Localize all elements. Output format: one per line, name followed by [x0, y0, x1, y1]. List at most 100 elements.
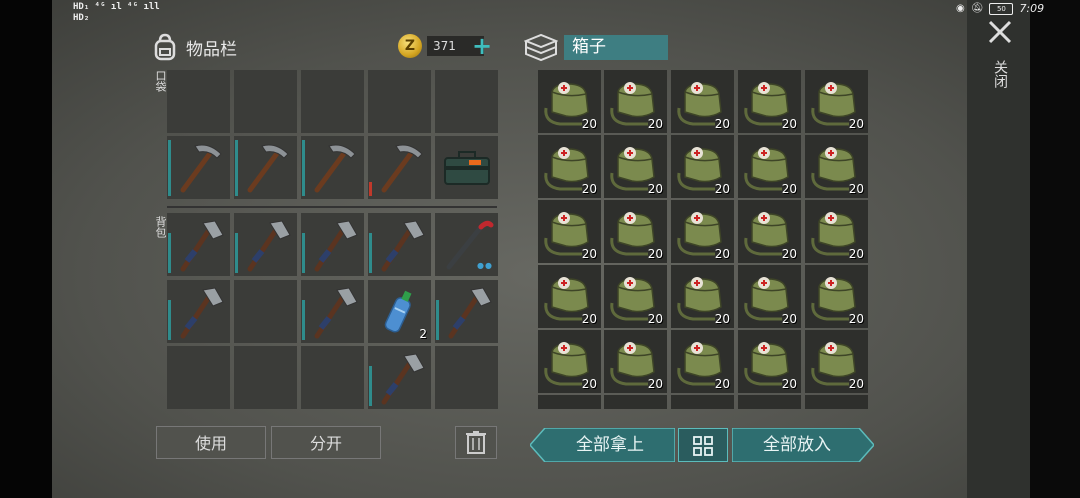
item-slot-medbag[interactable]: 20: [738, 200, 801, 263]
grid-icon: [693, 436, 713, 456]
empty-slot[interactable]: [167, 70, 230, 133]
pickaxe-icon: [368, 136, 431, 199]
item-slot-medbag[interactable]: 20: [538, 135, 601, 198]
close-icon[interactable]: [986, 18, 1014, 46]
item-slot-pickaxe[interactable]: [167, 136, 230, 199]
item-slot-partial[interactable]: [604, 395, 667, 409]
backpack-label: 背包: [154, 216, 167, 238]
take-all-label[interactable]: 全部拿上: [545, 428, 675, 462]
item-slot-partial[interactable]: [805, 395, 868, 409]
item-slot-hatchet[interactable]: [167, 213, 230, 276]
empty-slot[interactable]: [435, 346, 498, 409]
item-slot-medbag[interactable]: 20: [671, 200, 734, 263]
item-slot-partial[interactable]: [671, 395, 734, 409]
empty-slot[interactable]: [301, 70, 364, 133]
use-button[interactable]: 使用: [156, 426, 266, 459]
item-slot-medbag[interactable]: 20: [805, 330, 868, 393]
item-slot-medbag[interactable]: 20: [604, 265, 667, 328]
hatchet-icon: [435, 280, 498, 343]
durability-bar: [302, 233, 305, 273]
eye-icon: ◉: [956, 3, 965, 14]
durability-bar: [302, 300, 305, 340]
status-dots-icon: ●●: [477, 261, 493, 270]
durability-bar: [168, 140, 171, 196]
item-slot-medbag[interactable]: 20: [738, 265, 801, 328]
mute-icon: 🔕︎: [970, 3, 984, 14]
item-slot-medbag[interactable]: 20: [604, 70, 667, 133]
item-slot-medbag[interactable]: 20: [738, 330, 801, 393]
item-count: 20: [647, 312, 663, 326]
empty-slot[interactable]: [435, 70, 498, 133]
durability-bar: [168, 233, 171, 273]
durability-bar: [235, 140, 238, 196]
item-slot-hatchet[interactable]: [234, 213, 297, 276]
item-slot-pickaxe[interactable]: [234, 136, 297, 199]
item-count: 20: [647, 117, 663, 131]
item-slot-crowbar[interactable]: ●●: [435, 213, 498, 276]
item-slot-hatchet[interactable]: [301, 213, 364, 276]
item-slot-hatchet[interactable]: [368, 213, 431, 276]
split-button[interactable]: 分开: [271, 426, 381, 459]
empty-slot[interactable]: [234, 70, 297, 133]
item-slot-medbag[interactable]: 20: [805, 135, 868, 198]
item-slot-partial[interactable]: [538, 395, 601, 409]
item-slot-bottle[interactable]: 2: [368, 280, 431, 343]
item-slot-pickaxe[interactable]: [368, 136, 431, 199]
item-slot-pickaxe[interactable]: [301, 136, 364, 199]
item-count: 20: [848, 377, 864, 391]
item-slot-medbag[interactable]: 20: [671, 265, 734, 328]
close-label[interactable]: 关闭: [990, 60, 1010, 88]
item-slot-medbag[interactable]: 20: [738, 70, 801, 133]
system-status: ◉ 🔕︎ 50 7:09: [956, 2, 1044, 15]
item-count: 20: [581, 247, 597, 261]
item-slot-medbag[interactable]: 20: [538, 70, 601, 133]
item-slot-medbag[interactable]: 20: [805, 70, 868, 133]
sort-button[interactable]: [678, 428, 728, 462]
empty-slot[interactable]: [301, 346, 364, 409]
item-count: 20: [581, 377, 597, 391]
item-slot-hatchet[interactable]: [301, 280, 364, 343]
item-slot-medbag[interactable]: 20: [738, 135, 801, 198]
box-title: 箱子: [564, 34, 668, 60]
empty-slot[interactable]: [167, 346, 230, 409]
item-slot-medbag[interactable]: 20: [538, 200, 601, 263]
hatchet-icon: [368, 213, 431, 276]
item-slot-partial[interactable]: [738, 395, 801, 409]
item-slot-medbag[interactable]: 20: [805, 200, 868, 263]
empty-slot[interactable]: [234, 280, 297, 343]
empty-slot[interactable]: [234, 346, 297, 409]
signal-status: HD₁ ⁴ᴳ ıl ⁴ᴳ ıll HD₂: [73, 2, 160, 24]
item-slot-medbag[interactable]: 20: [671, 330, 734, 393]
item-slot-medbag[interactable]: 20: [671, 70, 734, 133]
item-slot-medbag[interactable]: 20: [538, 265, 601, 328]
item-count: 20: [781, 247, 797, 261]
trash-button[interactable]: [455, 426, 497, 459]
item-slot-medbag[interactable]: 20: [604, 330, 667, 393]
item-count: 20: [714, 117, 730, 131]
item-slot-hatchet[interactable]: [435, 280, 498, 343]
item-slot-hatchet[interactable]: [167, 280, 230, 343]
item-count: 20: [848, 312, 864, 326]
hatchet-icon: [368, 346, 431, 409]
item-slot-medbag[interactable]: 20: [805, 265, 868, 328]
backpack-icon: [154, 33, 176, 61]
sim1-status: HD₁ ⁴ᴳ ıl ⁴ᴳ ıll: [73, 2, 160, 12]
add-coins-button[interactable]: +: [472, 34, 492, 58]
item-slot-medbag[interactable]: 20: [604, 135, 667, 198]
empty-slot[interactable]: [368, 70, 431, 133]
item-slot-medbag[interactable]: 20: [604, 200, 667, 263]
item-slot-toolbox[interactable]: [435, 136, 498, 199]
durability-bar: [369, 233, 372, 273]
put-all-label[interactable]: 全部放入: [732, 428, 862, 462]
pickaxe-icon: [234, 136, 297, 199]
item-count: 20: [848, 117, 864, 131]
item-slot-medbag[interactable]: 20: [671, 135, 734, 198]
item-count: 20: [581, 182, 597, 196]
item-slot-hatchet[interactable]: [368, 346, 431, 409]
durability-bar: [369, 366, 372, 406]
coin-icon: Z: [398, 34, 422, 58]
item-count: 20: [714, 312, 730, 326]
item-count: 20: [647, 377, 663, 391]
battery-icon: 50: [989, 2, 1014, 15]
item-slot-medbag[interactable]: 20: [538, 330, 601, 393]
